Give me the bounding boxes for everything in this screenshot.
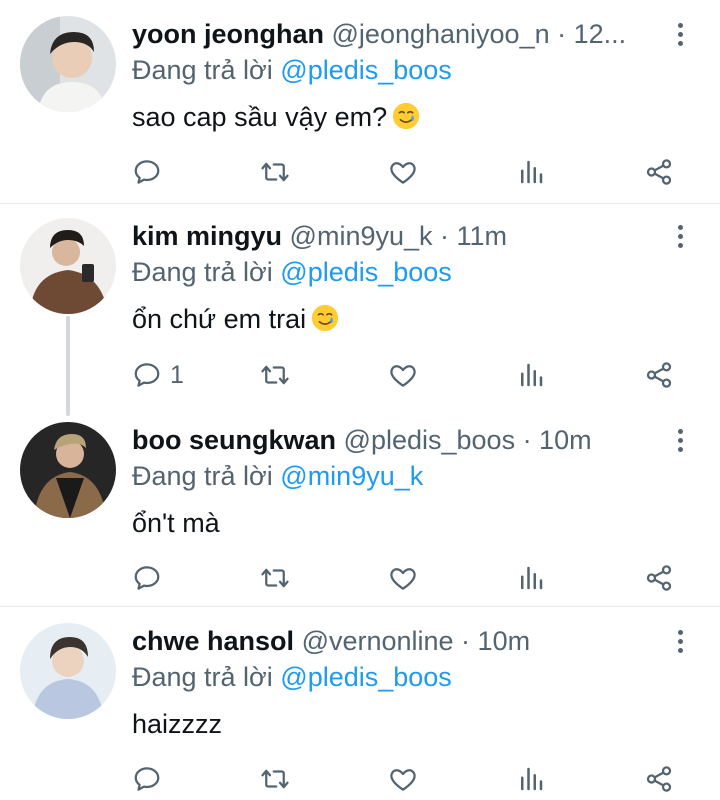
replying-to: Đang trả lời @pledis_boos [132,659,452,695]
handle-and-time: @pledis_boos · 10m [343,425,592,455]
retweet-icon [260,157,290,187]
tweet-text: ổn chứ em trai [132,301,340,337]
tweet-header: boo seungkwan @pledis_boos · 10m [132,422,660,458]
like-icon [388,360,418,390]
reply-icon [132,764,162,794]
tweet-header: chwe hansol @vernonline · 10m [132,623,660,659]
like-button[interactable] [388,558,418,598]
tweet-text-content: ổn't mà [132,508,220,538]
replying-to-mention[interactable]: @pledis_boos [280,257,452,287]
more-options-icon[interactable] [664,422,696,458]
replying-to-mention[interactable]: @pledis_boos [280,662,452,692]
tweet[interactable]: boo seungkwan @pledis_boos · 10m Đang tr… [0,408,720,606]
share-button[interactable] [644,558,674,598]
views-icon [516,563,546,593]
tweet[interactable]: yoon jeonghan @jeonghaniyoo_n · 12... Đa… [0,0,720,204]
replying-to-mention[interactable]: @pledis_boos [280,55,452,85]
replying-to-label: Đang trả lời [132,662,273,692]
replying-to-label: Đang trả lời [132,55,273,85]
like-icon [388,764,418,794]
more-options-icon[interactable] [664,218,696,254]
reply-button[interactable]: 1 [132,355,184,395]
tweet-text-content: haizzzz [132,709,223,739]
handle-and-time: @min9yu_k · 11m [289,221,508,251]
more-options-icon[interactable] [664,623,696,659]
like-button[interactable] [388,355,418,395]
smiling-face-with-tear-icon [391,101,421,131]
tweet[interactable]: kim mingyu @min9yu_k · 11m Đang trả lời … [0,204,720,416]
avatar[interactable] [20,16,116,112]
share-icon [644,764,674,794]
display-name[interactable]: yoon jeonghan [132,19,324,49]
replying-to: Đang trả lời @pledis_boos [132,52,452,88]
reply-button[interactable] [132,558,170,598]
reply-icon [132,157,162,187]
share-button[interactable] [644,355,674,395]
handle-and-time: @jeonghaniyoo_n · 12... [331,19,627,49]
replying-to: Đang trả lời @min9yu_k [132,458,423,494]
display-name[interactable]: chwe hansol [132,626,294,656]
share-icon [644,360,674,390]
share-icon [644,157,674,187]
reply-button[interactable] [132,759,170,799]
smiling-face-with-tear-icon [310,303,340,333]
display-name[interactable]: kim mingyu [132,221,282,251]
reply-icon [132,563,162,593]
tweet-header: kim mingyu @min9yu_k · 11m [132,218,660,254]
reply-count: 1 [170,360,184,389]
tweet-header: yoon jeonghan @jeonghaniyoo_n · 12... [132,16,660,52]
reply-button[interactable] [132,152,170,192]
share-button[interactable] [644,759,674,799]
avatar[interactable] [20,623,116,719]
tweet-text: sao cap sầu vậy em? [132,99,421,135]
retweet-button[interactable] [260,152,290,192]
views-button[interactable] [516,558,546,598]
replying-to-label: Đang trả lời [132,257,273,287]
views-icon [516,157,546,187]
like-icon [388,563,418,593]
share-button[interactable] [644,152,674,192]
handle-and-time: @vernonline · 10m [301,626,531,656]
retweet-button[interactable] [260,558,290,598]
avatar[interactable] [20,218,116,314]
share-icon [644,563,674,593]
views-button[interactable] [516,355,546,395]
display-name[interactable]: boo seungkwan [132,425,336,455]
replying-to-mention[interactable]: @min9yu_k [280,461,423,491]
views-button[interactable] [516,152,546,192]
retweet-button[interactable] [260,355,290,395]
replying-to: Đang trả lời @pledis_boos [132,254,452,290]
thread-connector [66,316,70,416]
avatar[interactable] [20,422,116,518]
views-icon [516,764,546,794]
reply-icon [132,360,162,390]
tweet[interactable]: chwe hansol @vernonline · 10m Đang trả l… [0,607,720,800]
views-icon [516,360,546,390]
tweet-text: ổn't mà [132,505,220,541]
like-button[interactable] [388,759,418,799]
retweet-icon [260,764,290,794]
retweet-icon [260,563,290,593]
replying-to-label: Đang trả lời [132,461,273,491]
more-options-icon[interactable] [664,16,696,52]
retweet-icon [260,360,290,390]
tweet-text-content: sao cap sầu vậy em? [132,102,388,132]
like-icon [388,157,418,187]
tweet-text: haizzzz [132,706,222,742]
tweet-text-content: ổn chứ em trai [132,304,307,334]
like-button[interactable] [388,152,418,192]
views-button[interactable] [516,759,546,799]
retweet-button[interactable] [260,759,290,799]
